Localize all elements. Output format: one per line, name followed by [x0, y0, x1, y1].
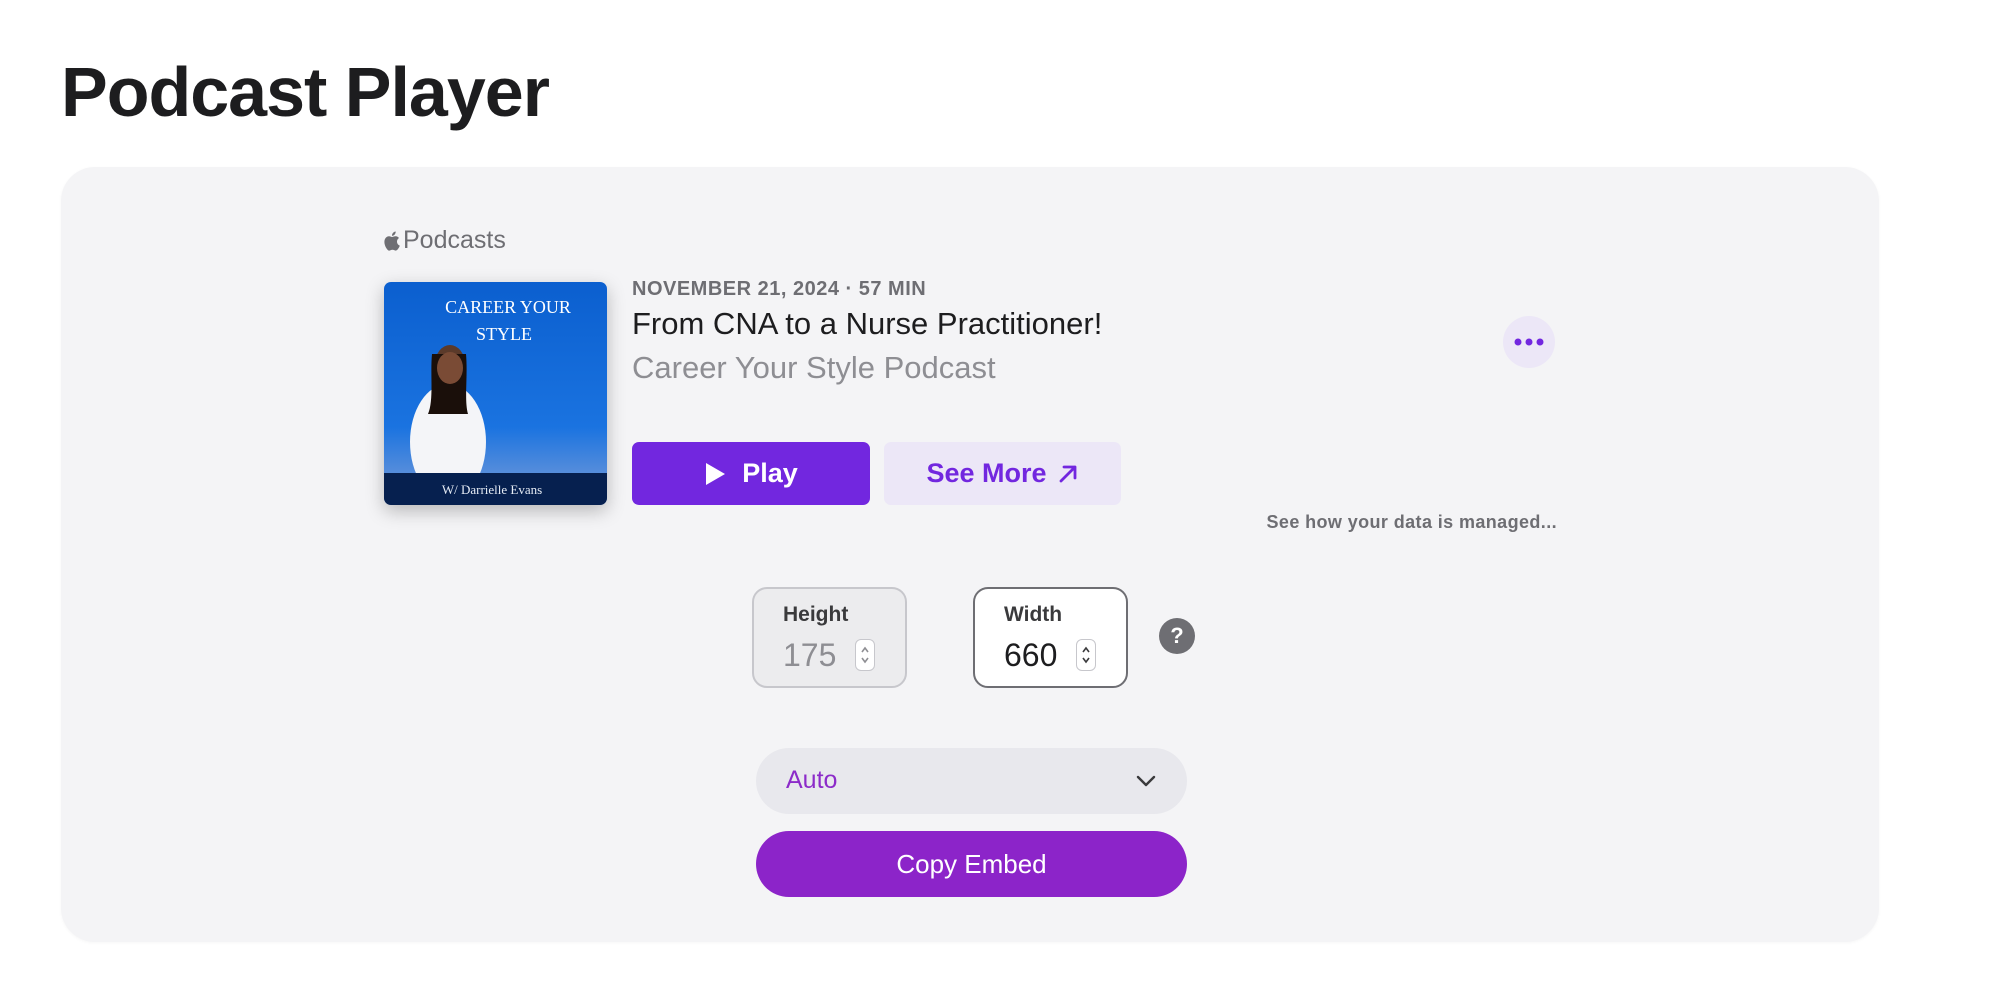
- data-management-link[interactable]: See how your data is managed...: [1267, 512, 1557, 533]
- play-button[interactable]: Play: [632, 442, 870, 505]
- width-stepper[interactable]: [1076, 639, 1096, 671]
- artwork-title-line2: STYLE: [476, 324, 532, 344]
- episode-artwork[interactable]: CAREER YOUR STYLE W/ Darrielle Evans: [384, 282, 607, 505]
- stepper-arrows-icon: [861, 646, 869, 664]
- stepper-arrows-icon: [1082, 646, 1090, 664]
- width-value[interactable]: 660: [1004, 637, 1057, 674]
- theme-select[interactable]: Auto: [756, 748, 1187, 814]
- width-label: Width: [1004, 603, 1063, 626]
- podcasts-brand: Podcasts: [383, 226, 506, 255]
- episode-meta: NOVEMBER 21, 2024 · 57 MIN: [632, 278, 927, 300]
- podcast-embed-card: Podcasts CAREER YOUR STYLE W/ Darrielle …: [357, 214, 1580, 549]
- artwork-title-line1: CAREER YOUR: [445, 297, 571, 317]
- see-more-button[interactable]: See More: [884, 442, 1121, 505]
- ellipsis-icon: [1514, 338, 1544, 346]
- help-icon[interactable]: ?: [1159, 618, 1195, 654]
- show-name[interactable]: Career Your Style Podcast: [632, 350, 996, 386]
- episode-title[interactable]: From CNA to a Nurse Practitioner!: [632, 306, 1102, 342]
- chevron-down-icon: [1136, 775, 1156, 787]
- artwork-byline: W/ Darrielle Evans: [442, 482, 542, 497]
- more-options-button[interactable]: [1503, 316, 1555, 368]
- copy-embed-label: Copy Embed: [896, 848, 1047, 879]
- height-stepper[interactable]: [855, 639, 875, 671]
- height-field[interactable]: Height 175: [752, 587, 907, 688]
- width-field[interactable]: Width 660: [973, 587, 1128, 688]
- height-value[interactable]: 175: [783, 637, 836, 674]
- apple-logo-icon: [383, 231, 400, 251]
- arrow-up-right-icon: [1059, 465, 1076, 482]
- play-icon: [706, 462, 726, 485]
- theme-select-value: Auto: [786, 766, 838, 794]
- height-label: Height: [783, 603, 849, 626]
- page-title: Podcast Player: [61, 53, 550, 131]
- brand-label: Podcasts: [403, 226, 506, 254]
- see-more-label: See More: [926, 458, 1047, 488]
- copy-embed-button[interactable]: Copy Embed: [756, 831, 1187, 897]
- play-label: Play: [742, 458, 798, 488]
